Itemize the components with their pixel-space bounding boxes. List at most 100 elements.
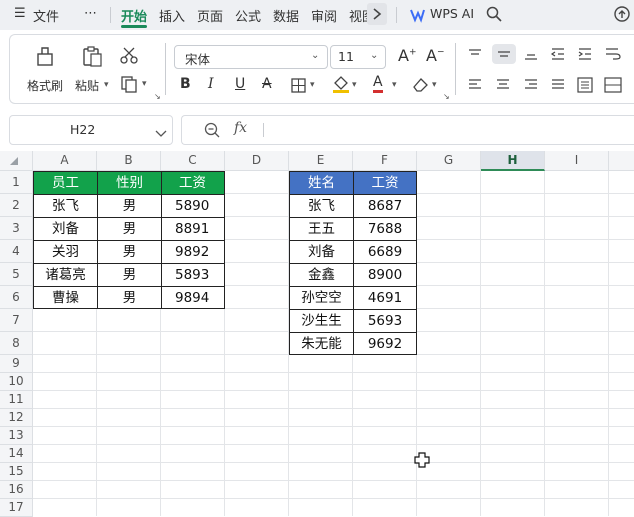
fx-icon[interactable]: fx xyxy=(234,120,247,136)
tab-home[interactable]: 开始 xyxy=(121,6,147,25)
italic-button[interactable]: I xyxy=(208,76,214,92)
header-cell[interactable]: 工资 xyxy=(161,171,225,195)
distributed-align-icon[interactable] xyxy=(577,77,593,93)
wps-ai-button[interactable]: WPS AI xyxy=(430,6,474,21)
underline-button[interactable]: U xyxy=(235,76,245,92)
justify-icon[interactable] xyxy=(550,78,566,92)
row-header[interactable]: 16 xyxy=(0,481,33,499)
row-header[interactable]: 9 xyxy=(0,355,33,373)
clear-format-dropdown-icon[interactable]: ▾ xyxy=(432,80,437,90)
paste-dropdown-icon[interactable]: ▾ xyxy=(104,80,109,90)
font-color-button[interactable]: A xyxy=(373,74,383,93)
column-header-i[interactable]: I xyxy=(545,151,609,171)
row-header[interactable]: 8 xyxy=(0,332,33,355)
bold-button[interactable]: B xyxy=(180,76,191,92)
table-cell[interactable]: 男 xyxy=(97,263,162,287)
tab-data[interactable]: 数据 xyxy=(273,6,299,25)
table-cell[interactable]: 5893 xyxy=(161,263,225,287)
table-cell[interactable]: 男 xyxy=(97,217,162,241)
cut-icon[interactable] xyxy=(120,47,138,65)
align-middle-icon[interactable] xyxy=(492,44,516,64)
font-color-dropdown-icon[interactable]: ▾ xyxy=(392,80,397,90)
header-cell[interactable]: 员工 xyxy=(33,171,98,195)
table-cell[interactable]: 张飞 xyxy=(289,194,354,218)
chevron-down-icon[interactable] xyxy=(155,124,167,143)
clear-format-icon[interactable] xyxy=(412,76,430,92)
align-bottom-icon[interactable] xyxy=(523,47,539,61)
format-painter-icon[interactable] xyxy=(33,44,57,68)
align-center-icon[interactable] xyxy=(495,78,511,92)
align-top-icon[interactable] xyxy=(467,47,483,61)
row-header[interactable]: 10 xyxy=(0,373,33,391)
align-right-icon[interactable] xyxy=(523,78,539,92)
decrease-indent-icon[interactable] xyxy=(550,47,566,61)
tab-insert[interactable]: 插入 xyxy=(159,6,185,25)
table-cell[interactable]: 朱无能 xyxy=(289,332,354,355)
borders-dropdown-icon[interactable]: ▾ xyxy=(310,80,315,90)
row-header[interactable]: 6 xyxy=(0,286,33,309)
table-cell[interactable]: 孙空空 xyxy=(289,286,354,310)
increase-indent-icon[interactable] xyxy=(577,47,593,61)
table-cell[interactable]: 关羽 xyxy=(33,240,98,264)
fill-color-icon[interactable] xyxy=(332,75,350,93)
copy-icon[interactable] xyxy=(120,75,138,93)
table-cell[interactable]: 8687 xyxy=(353,194,417,218)
table-cell[interactable]: 5890 xyxy=(161,194,225,218)
name-box[interactable]: H22 xyxy=(9,115,173,145)
header-cell[interactable]: 工资 xyxy=(353,171,417,195)
row-header[interactable]: 12 xyxy=(0,409,33,427)
table-cell[interactable]: 男 xyxy=(97,240,162,264)
row-header[interactable]: 2 xyxy=(0,194,33,217)
row-header[interactable]: 7 xyxy=(0,309,33,332)
column-header-h[interactable]: H xyxy=(481,151,545,171)
table-cell[interactable]: 沙生生 xyxy=(289,309,354,333)
file-menu[interactable]: 文件 xyxy=(33,6,59,25)
table-cell[interactable]: 5693 xyxy=(353,309,417,333)
fill-color-dropdown-icon[interactable]: ▾ xyxy=(352,80,357,90)
decrease-font-icon[interactable]: A− xyxy=(426,46,445,65)
column-header-c[interactable]: C xyxy=(161,151,225,171)
column-header-e[interactable]: E xyxy=(289,151,353,171)
table-cell[interactable]: 男 xyxy=(97,286,162,309)
clipboard-launcher-icon[interactable]: ↘ xyxy=(154,92,161,101)
increase-font-icon[interactable]: A+ xyxy=(398,46,417,65)
merge-cells-icon[interactable] xyxy=(604,77,622,93)
search-icon[interactable] xyxy=(486,6,502,26)
borders-icon[interactable] xyxy=(290,77,306,93)
font-family-select[interactable]: 宋体 ⌄ xyxy=(174,45,328,69)
scroll-tabs-button[interactable] xyxy=(367,3,387,25)
row-header[interactable]: 1 xyxy=(0,171,33,194)
table-cell[interactable]: 9894 xyxy=(161,286,225,309)
row-header[interactable]: 14 xyxy=(0,445,33,463)
table-cell[interactable]: 4691 xyxy=(353,286,417,310)
row-header[interactable]: 11 xyxy=(0,391,33,409)
paste-label[interactable]: 粘贴 xyxy=(75,77,99,94)
table-cell[interactable]: 8891 xyxy=(161,217,225,241)
table-cell[interactable]: 金鑫 xyxy=(289,263,354,287)
more-icon[interactable]: ⋯ xyxy=(84,6,97,21)
spreadsheet-grid[interactable]: A B C D E F G H I 1 2 3 4 5 6 7 8 9 10 1… xyxy=(0,151,634,517)
row-header[interactable]: 3 xyxy=(0,217,33,240)
tab-view[interactable]: 视图 xyxy=(349,6,367,25)
column-header-a[interactable]: A xyxy=(33,151,97,171)
format-painter-label[interactable]: 格式刷 xyxy=(27,77,63,94)
column-header-g[interactable]: G xyxy=(417,151,481,171)
table-cell[interactable]: 张飞 xyxy=(33,194,98,218)
wrap-text-icon[interactable] xyxy=(604,47,622,61)
row-header[interactable]: 15 xyxy=(0,463,33,481)
table-cell[interactable]: 曹操 xyxy=(33,286,98,309)
table-cell[interactable]: 刘备 xyxy=(33,217,98,241)
table-cell[interactable]: 男 xyxy=(97,194,162,218)
align-left-icon[interactable] xyxy=(467,78,483,92)
tab-formula[interactable]: 公式 xyxy=(235,6,261,25)
column-header-j[interactable] xyxy=(609,151,634,171)
row-header[interactable]: 5 xyxy=(0,263,33,286)
table-cell[interactable]: 诸葛亮 xyxy=(33,263,98,287)
select-all-corner[interactable] xyxy=(0,151,33,171)
table-cell[interactable]: 8900 xyxy=(353,263,417,287)
font-launcher-icon[interactable]: ↘ xyxy=(443,92,450,101)
table-cell[interactable]: 王五 xyxy=(289,217,354,241)
table-cell[interactable]: 6689 xyxy=(353,240,417,264)
hamburger-icon[interactable]: ☰ xyxy=(14,6,26,21)
column-header-f[interactable]: F xyxy=(353,151,417,171)
